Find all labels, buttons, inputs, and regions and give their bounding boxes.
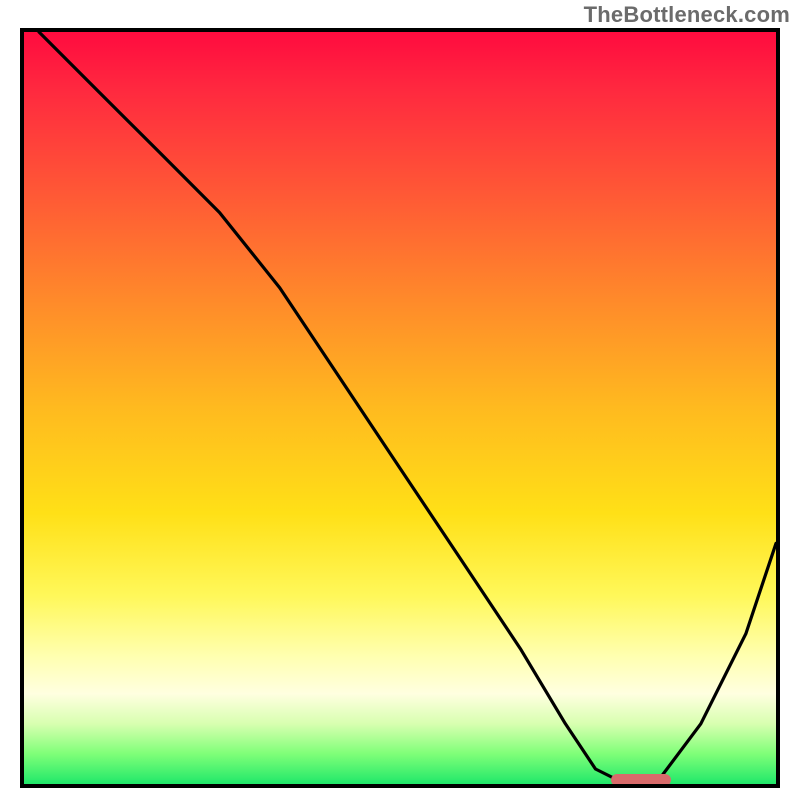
- watermark-text: TheBottleneck.com: [584, 2, 790, 28]
- chart-canvas: TheBottleneck.com: [0, 0, 800, 800]
- plot-area: [20, 28, 780, 788]
- optimal-range-marker: [611, 774, 671, 786]
- bottleneck-curve: [24, 32, 776, 784]
